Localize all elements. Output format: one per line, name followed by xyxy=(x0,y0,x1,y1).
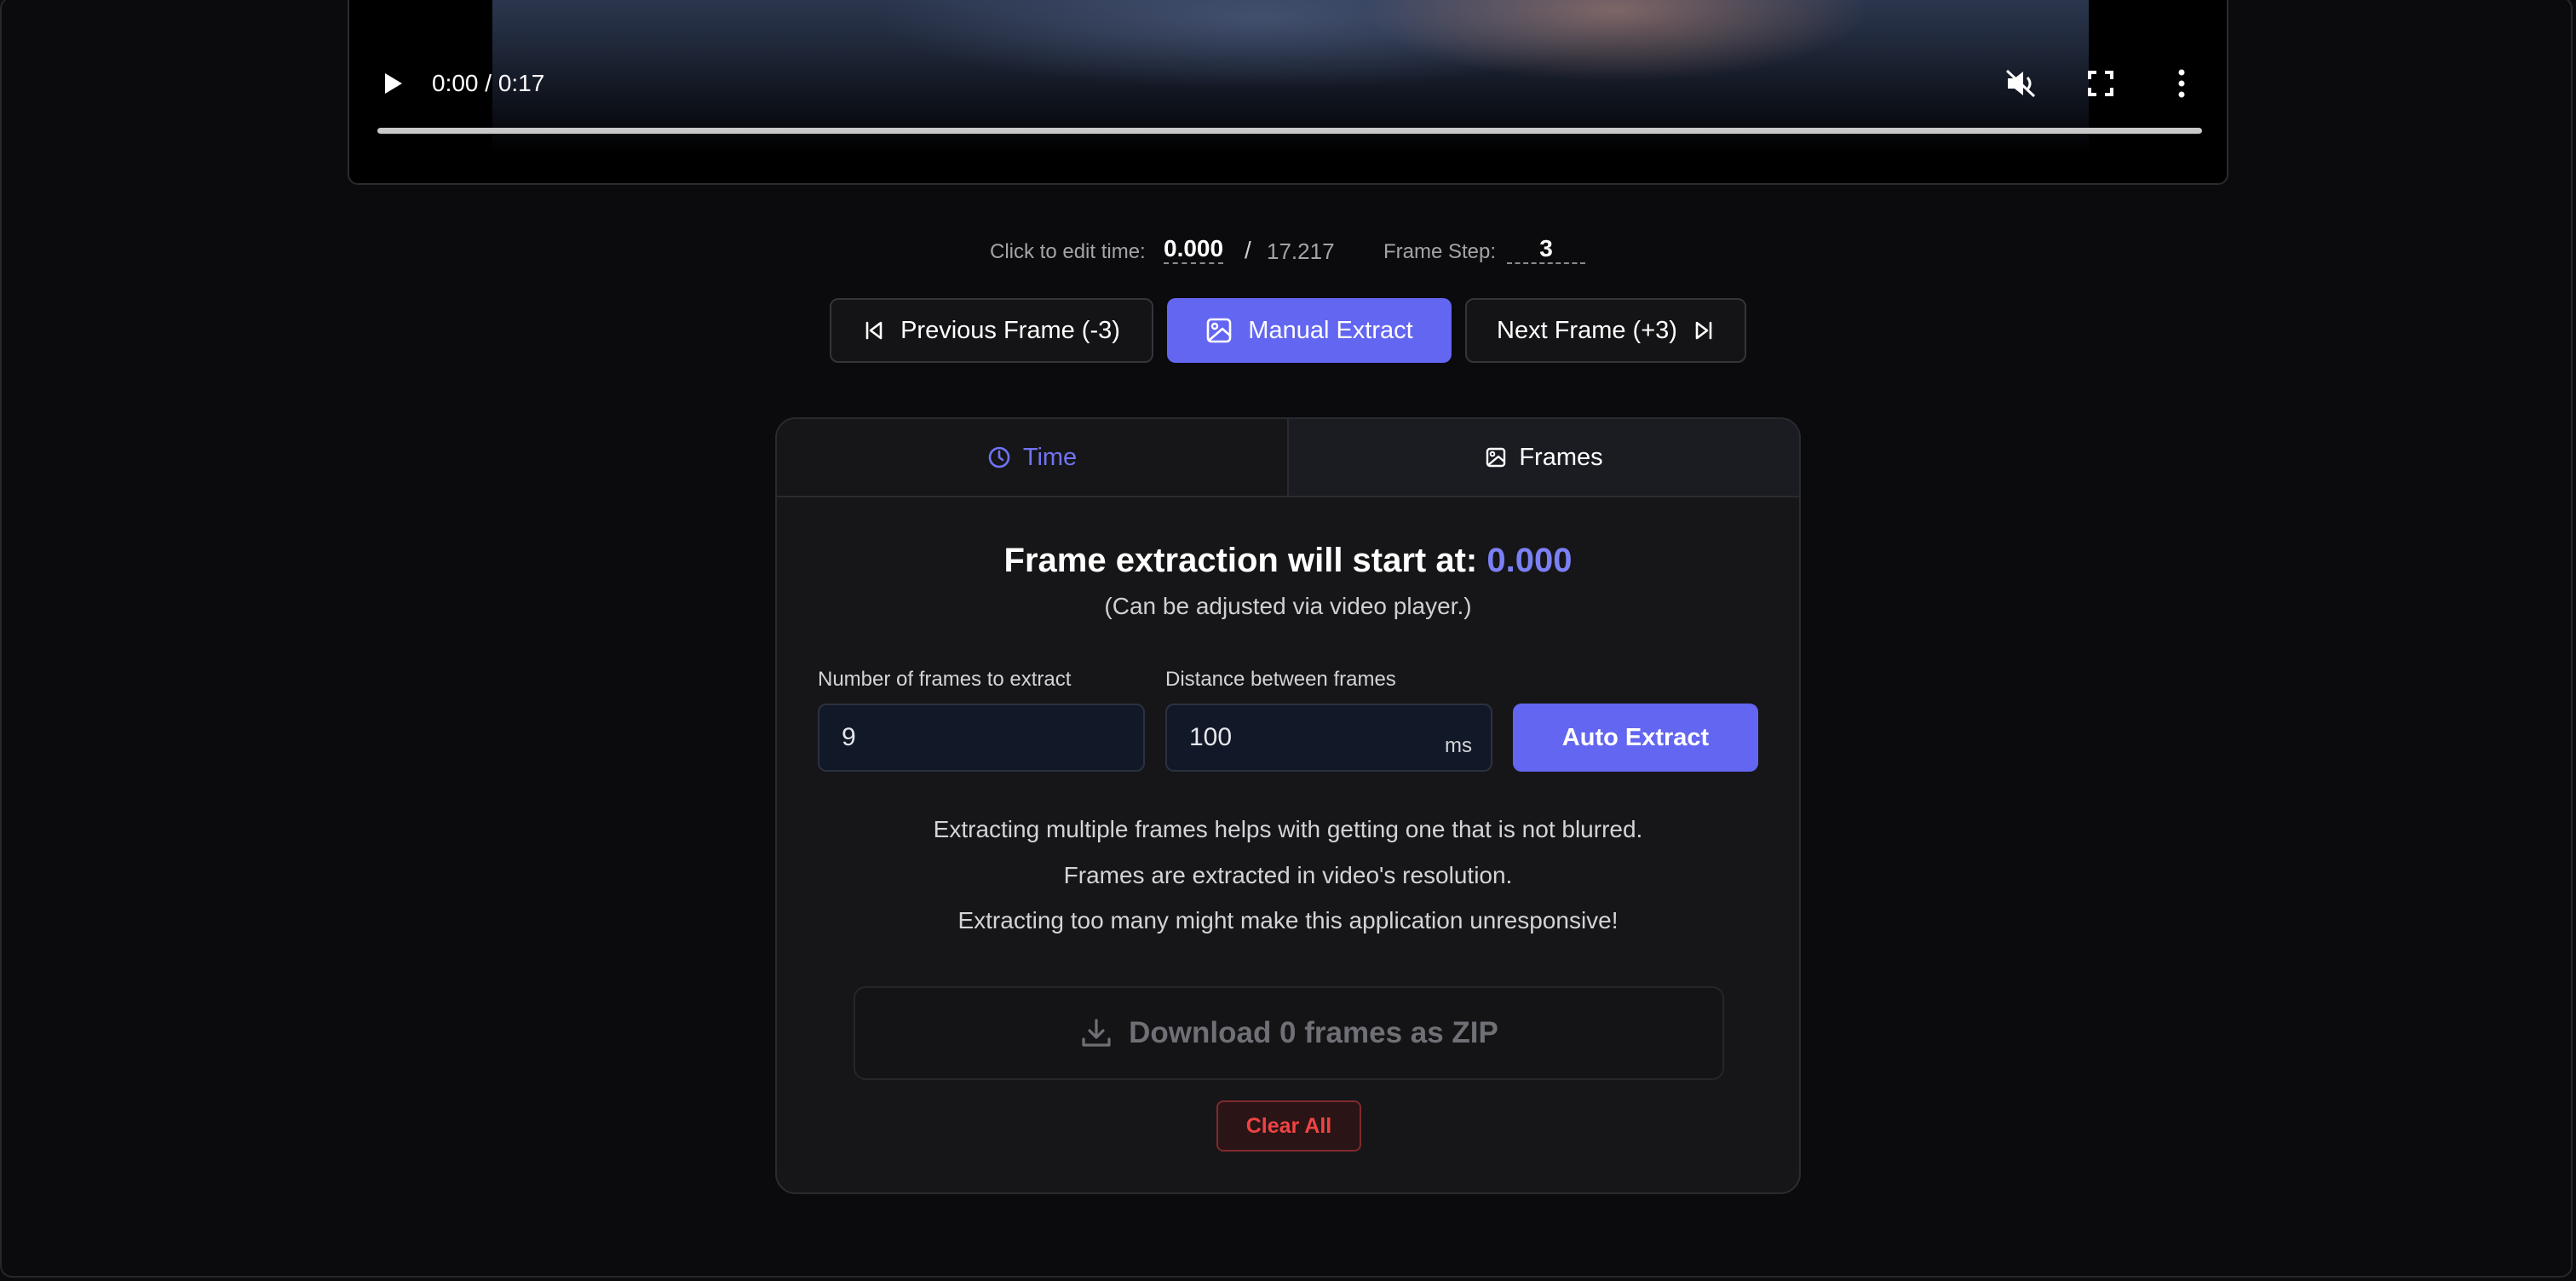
video-seek-bar[interactable] xyxy=(377,128,2202,134)
play-icon[interactable] xyxy=(380,70,405,97)
frame-distance-unit: ms xyxy=(1445,734,1472,757)
tab-time-label: Time xyxy=(1022,443,1078,471)
manual-extract-label: Manual Extract xyxy=(1248,316,1413,344)
download-zip-label: Download 0 frames as ZIP xyxy=(1129,1016,1498,1049)
frames-count-input[interactable]: 9 xyxy=(818,704,1145,772)
previous-frame-button[interactable]: Previous Frame (-3) xyxy=(830,298,1153,363)
info-text: Extracting too many might make this appl… xyxy=(957,907,1619,933)
mute-icon[interactable] xyxy=(2004,68,2038,99)
extraction-panel: Time Frames Frame extraction will start … xyxy=(775,417,1801,1194)
frame-distance-label: Distance between frames xyxy=(1165,668,1396,691)
frame-step-label: Frame Step: xyxy=(1383,240,1497,263)
extraction-tabs: Time Frames xyxy=(777,419,1799,497)
skip-back-icon xyxy=(865,321,883,340)
auto-extract-button[interactable]: Auto Extract xyxy=(1513,704,1758,772)
download-icon xyxy=(1082,1019,1111,1047)
video-time: 0:00 / 0:17 xyxy=(432,70,545,96)
video-duration: 17.217 xyxy=(1267,238,1335,264)
image-icon xyxy=(1206,318,1232,343)
tab-frames-label: Frames xyxy=(1519,443,1603,471)
frames-count-value: 9 xyxy=(842,723,856,751)
extraction-start-prefix: Frame extraction will start at: xyxy=(1003,542,1478,579)
tab-frames[interactable]: Frames xyxy=(1287,419,1799,496)
frames-count-label: Number of frames to extract xyxy=(818,668,1072,691)
extraction-start-value: 0.000 xyxy=(1486,542,1573,579)
download-zip-button[interactable]: Download 0 frames as ZIP xyxy=(854,986,1724,1080)
time-edit-label: Click to edit time: xyxy=(990,240,1146,263)
previous-frame-label: Previous Frame (-3) xyxy=(900,316,1120,344)
time-edit-row: Click to edit time: 0.000 / 17.217 Frame… xyxy=(0,235,2576,269)
info-text: Extracting multiple frames helps with ge… xyxy=(933,816,1643,842)
current-time-input[interactable]: 0.000 xyxy=(1164,235,1224,264)
next-frame-button[interactable]: Next Frame (+3) xyxy=(1465,298,1746,363)
clear-all-button[interactable]: Clear All xyxy=(1216,1100,1361,1152)
skip-forward-icon xyxy=(1695,321,1712,340)
frame-step-input[interactable]: 3 xyxy=(1507,235,1585,264)
frame-distance-input[interactable]: 100 ms xyxy=(1165,704,1492,772)
more-options-icon[interactable] xyxy=(2176,68,2187,99)
time-separator: / xyxy=(1245,237,1251,263)
info-text: Frames are extracted in video's resoluti… xyxy=(1063,862,1513,888)
frame-nav: Previous Frame (-3) Manual Extract Next … xyxy=(0,298,2576,363)
image-icon xyxy=(1486,447,1506,468)
extraction-start-hint: (Can be adjusted via video player.) xyxy=(1104,593,1472,619)
clock-icon xyxy=(988,446,1010,468)
video-player[interactable]: 0:00 / 0:17 xyxy=(348,0,2228,185)
next-frame-label: Next Frame (+3) xyxy=(1497,316,1677,344)
manual-extract-button[interactable]: Manual Extract xyxy=(1167,298,1452,363)
video-controls: 0:00 / 0:17 xyxy=(349,53,2227,134)
extraction-start-heading: Frame extraction will start at: 0.000 xyxy=(777,542,1799,580)
frame-distance-value: 100 xyxy=(1189,723,1233,751)
tab-time[interactable]: Time xyxy=(777,419,1287,496)
fullscreen-icon[interactable] xyxy=(2087,70,2114,97)
